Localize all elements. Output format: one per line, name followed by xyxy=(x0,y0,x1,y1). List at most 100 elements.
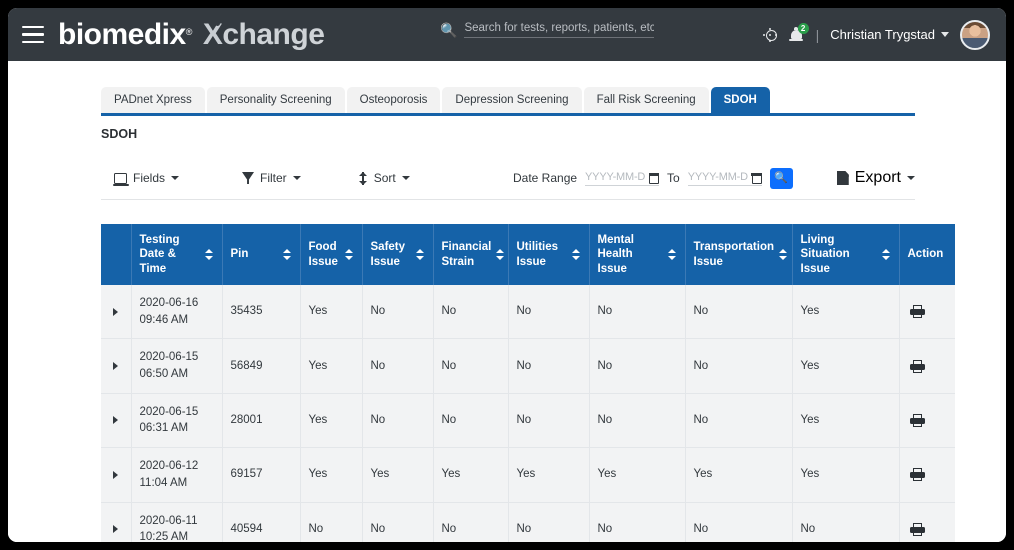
user-name-label: Christian Trygstad xyxy=(830,27,935,42)
chevron-right-icon[interactable] xyxy=(113,525,118,534)
cell-pin: 69157 xyxy=(222,447,301,503)
sort-icon[interactable] xyxy=(205,248,214,261)
export-button[interactable]: Export xyxy=(836,169,915,187)
table-header-row: Testing Date & Time Pin Food Issue Safet… xyxy=(101,224,955,286)
tab-osteoporosis[interactable]: Osteoporosis xyxy=(346,87,441,115)
fields-button[interactable]: Fields xyxy=(112,171,180,187)
sort-icon[interactable] xyxy=(283,248,292,261)
sort-icon[interactable] xyxy=(882,248,891,261)
hamburger-menu-icon[interactable] xyxy=(22,26,44,43)
column-header-safety-issue[interactable]: Safety Issue xyxy=(362,224,434,286)
tab-sdoh[interactable]: SDOH xyxy=(710,87,770,115)
table-row[interactable]: 2020-06-16 09:46 AM 35435 Yes No No No No… xyxy=(101,285,955,340)
user-menu[interactable]: Christian Trygstad xyxy=(830,27,949,42)
sort-button[interactable]: Sort xyxy=(359,171,410,185)
column-header-transportation-issue[interactable]: Transportation Issue xyxy=(685,224,793,286)
target-icon[interactable] xyxy=(763,27,778,42)
cell-testing-date-time: 2020-06-12 11:04 AM xyxy=(131,447,223,503)
table-row[interactable]: 2020-06-15 06:50 AM 56849 Yes No No No No… xyxy=(101,338,955,394)
notification-badge: 2 xyxy=(797,22,809,34)
sort-icon[interactable] xyxy=(668,248,677,261)
column-header-financial-strain[interactable]: Financial Strain xyxy=(433,224,509,286)
table-row[interactable]: 2020-06-12 11:04 AM 69157 Yes Yes Yes Yes… xyxy=(101,447,955,503)
column-header-pin[interactable]: Pin xyxy=(222,224,301,286)
cell-action[interactable] xyxy=(899,285,955,340)
column-header-utilities-issue[interactable]: Utilities Issue xyxy=(508,224,590,286)
column-header-mental-health-issue[interactable]: Mental Health Issue xyxy=(589,224,686,286)
cell-mental-health-issue: No xyxy=(589,502,686,542)
sort-icon[interactable] xyxy=(345,248,354,261)
date-search-button[interactable]: 🔍 xyxy=(769,167,793,189)
calendar-icon[interactable] xyxy=(751,173,763,184)
column-label: Financial Strain xyxy=(441,241,492,268)
cell-safety-issue: No xyxy=(362,338,434,394)
cell-food-issue: Yes xyxy=(300,447,363,503)
column-header-food-issue[interactable]: Food Issue xyxy=(300,224,363,286)
cell-time: 09:46 AM xyxy=(139,313,189,326)
cell-safety-issue: No xyxy=(362,393,434,449)
cell-action[interactable] xyxy=(899,447,955,503)
tab-padnet-xpress[interactable]: PADnet Xpress xyxy=(101,87,205,115)
nav-divider: | xyxy=(815,26,820,43)
table-row[interactable]: 2020-06-11 10:25 AM 40594 No No No No No … xyxy=(101,502,955,542)
search-icon: 🔍 xyxy=(774,171,789,184)
sort-icon[interactable] xyxy=(416,248,425,261)
cell-food-issue: No xyxy=(300,502,363,542)
row-expander-cell[interactable] xyxy=(101,285,132,340)
column-label: Utilities Issue xyxy=(516,241,559,268)
printer-icon[interactable] xyxy=(909,522,925,536)
filter-button[interactable]: Filter xyxy=(242,172,301,184)
page-content: PADnet Xpress Personality Screening Oste… xyxy=(8,61,1006,542)
date-to-field xyxy=(687,170,763,186)
chevron-down-icon xyxy=(941,32,949,37)
cell-mental-health-issue: No xyxy=(589,338,686,394)
row-expander-cell[interactable] xyxy=(101,338,132,394)
cell-date: 2020-06-12 xyxy=(139,460,199,473)
sort-icon[interactable] xyxy=(572,248,581,261)
row-expander-cell[interactable] xyxy=(101,447,132,503)
sort-icon xyxy=(359,171,368,185)
printer-icon[interactable] xyxy=(909,468,925,482)
table-body: 2020-06-16 09:46 AM 35435 Yes No No No No… xyxy=(101,285,955,542)
printer-icon[interactable] xyxy=(909,359,925,373)
cell-time: 10:25 AM xyxy=(139,531,189,542)
nav-right-actions: 2 | Christian Trygstad xyxy=(763,8,990,61)
search-input[interactable] xyxy=(464,22,655,38)
cell-financial-strain: No xyxy=(433,285,509,340)
notifications-button[interactable]: 2 xyxy=(789,22,809,44)
top-navigation-bar: biomedix® Xchange 🔍 2 | Christian Trygst… xyxy=(8,8,1006,61)
cell-pin: 56849 xyxy=(222,338,301,394)
tab-personality-screening[interactable]: Personality Screening xyxy=(206,87,345,115)
table-header: Testing Date & Time Pin Food Issue Safet… xyxy=(101,224,955,286)
column-label: Safety Issue xyxy=(370,241,406,268)
calendar-icon[interactable] xyxy=(648,173,660,184)
row-expander-cell[interactable] xyxy=(101,393,132,449)
cell-action[interactable] xyxy=(899,338,955,394)
cell-date: 2020-06-16 xyxy=(139,297,199,310)
cell-mental-health-issue: No xyxy=(589,285,686,340)
row-expander-cell[interactable] xyxy=(101,502,132,542)
avatar[interactable] xyxy=(960,19,990,50)
column-header-testing-date-time[interactable]: Testing Date & Time xyxy=(131,224,223,286)
cell-food-issue: Yes xyxy=(300,285,363,340)
fields-label: Fields xyxy=(133,171,166,185)
sort-icon[interactable] xyxy=(778,248,787,261)
tab-depression-screening[interactable]: Depression Screening xyxy=(442,87,582,115)
column-header-action: Action xyxy=(899,224,955,286)
chevron-right-icon[interactable] xyxy=(113,362,118,371)
table-row[interactable]: 2020-06-15 06:31 AM 28001 Yes No No No No… xyxy=(101,393,955,449)
tab-fall-risk-screening[interactable]: Fall Risk Screening xyxy=(583,87,709,115)
cell-mental-health-issue: No xyxy=(589,393,686,449)
printer-icon[interactable] xyxy=(909,305,925,319)
column-header-living-situation-issue[interactable]: Living Situation Issue xyxy=(792,224,900,286)
printer-icon[interactable] xyxy=(909,413,925,427)
chevron-right-icon[interactable] xyxy=(113,416,118,425)
export-icon xyxy=(836,171,849,185)
chevron-right-icon[interactable] xyxy=(113,470,118,479)
sort-icon[interactable] xyxy=(495,248,504,261)
chevron-right-icon[interactable] xyxy=(113,307,118,316)
cell-utilities-issue: No xyxy=(508,285,590,340)
brand-name-secondary: Xchange xyxy=(203,19,325,50)
cell-action[interactable] xyxy=(899,393,955,449)
cell-action[interactable] xyxy=(899,502,955,542)
